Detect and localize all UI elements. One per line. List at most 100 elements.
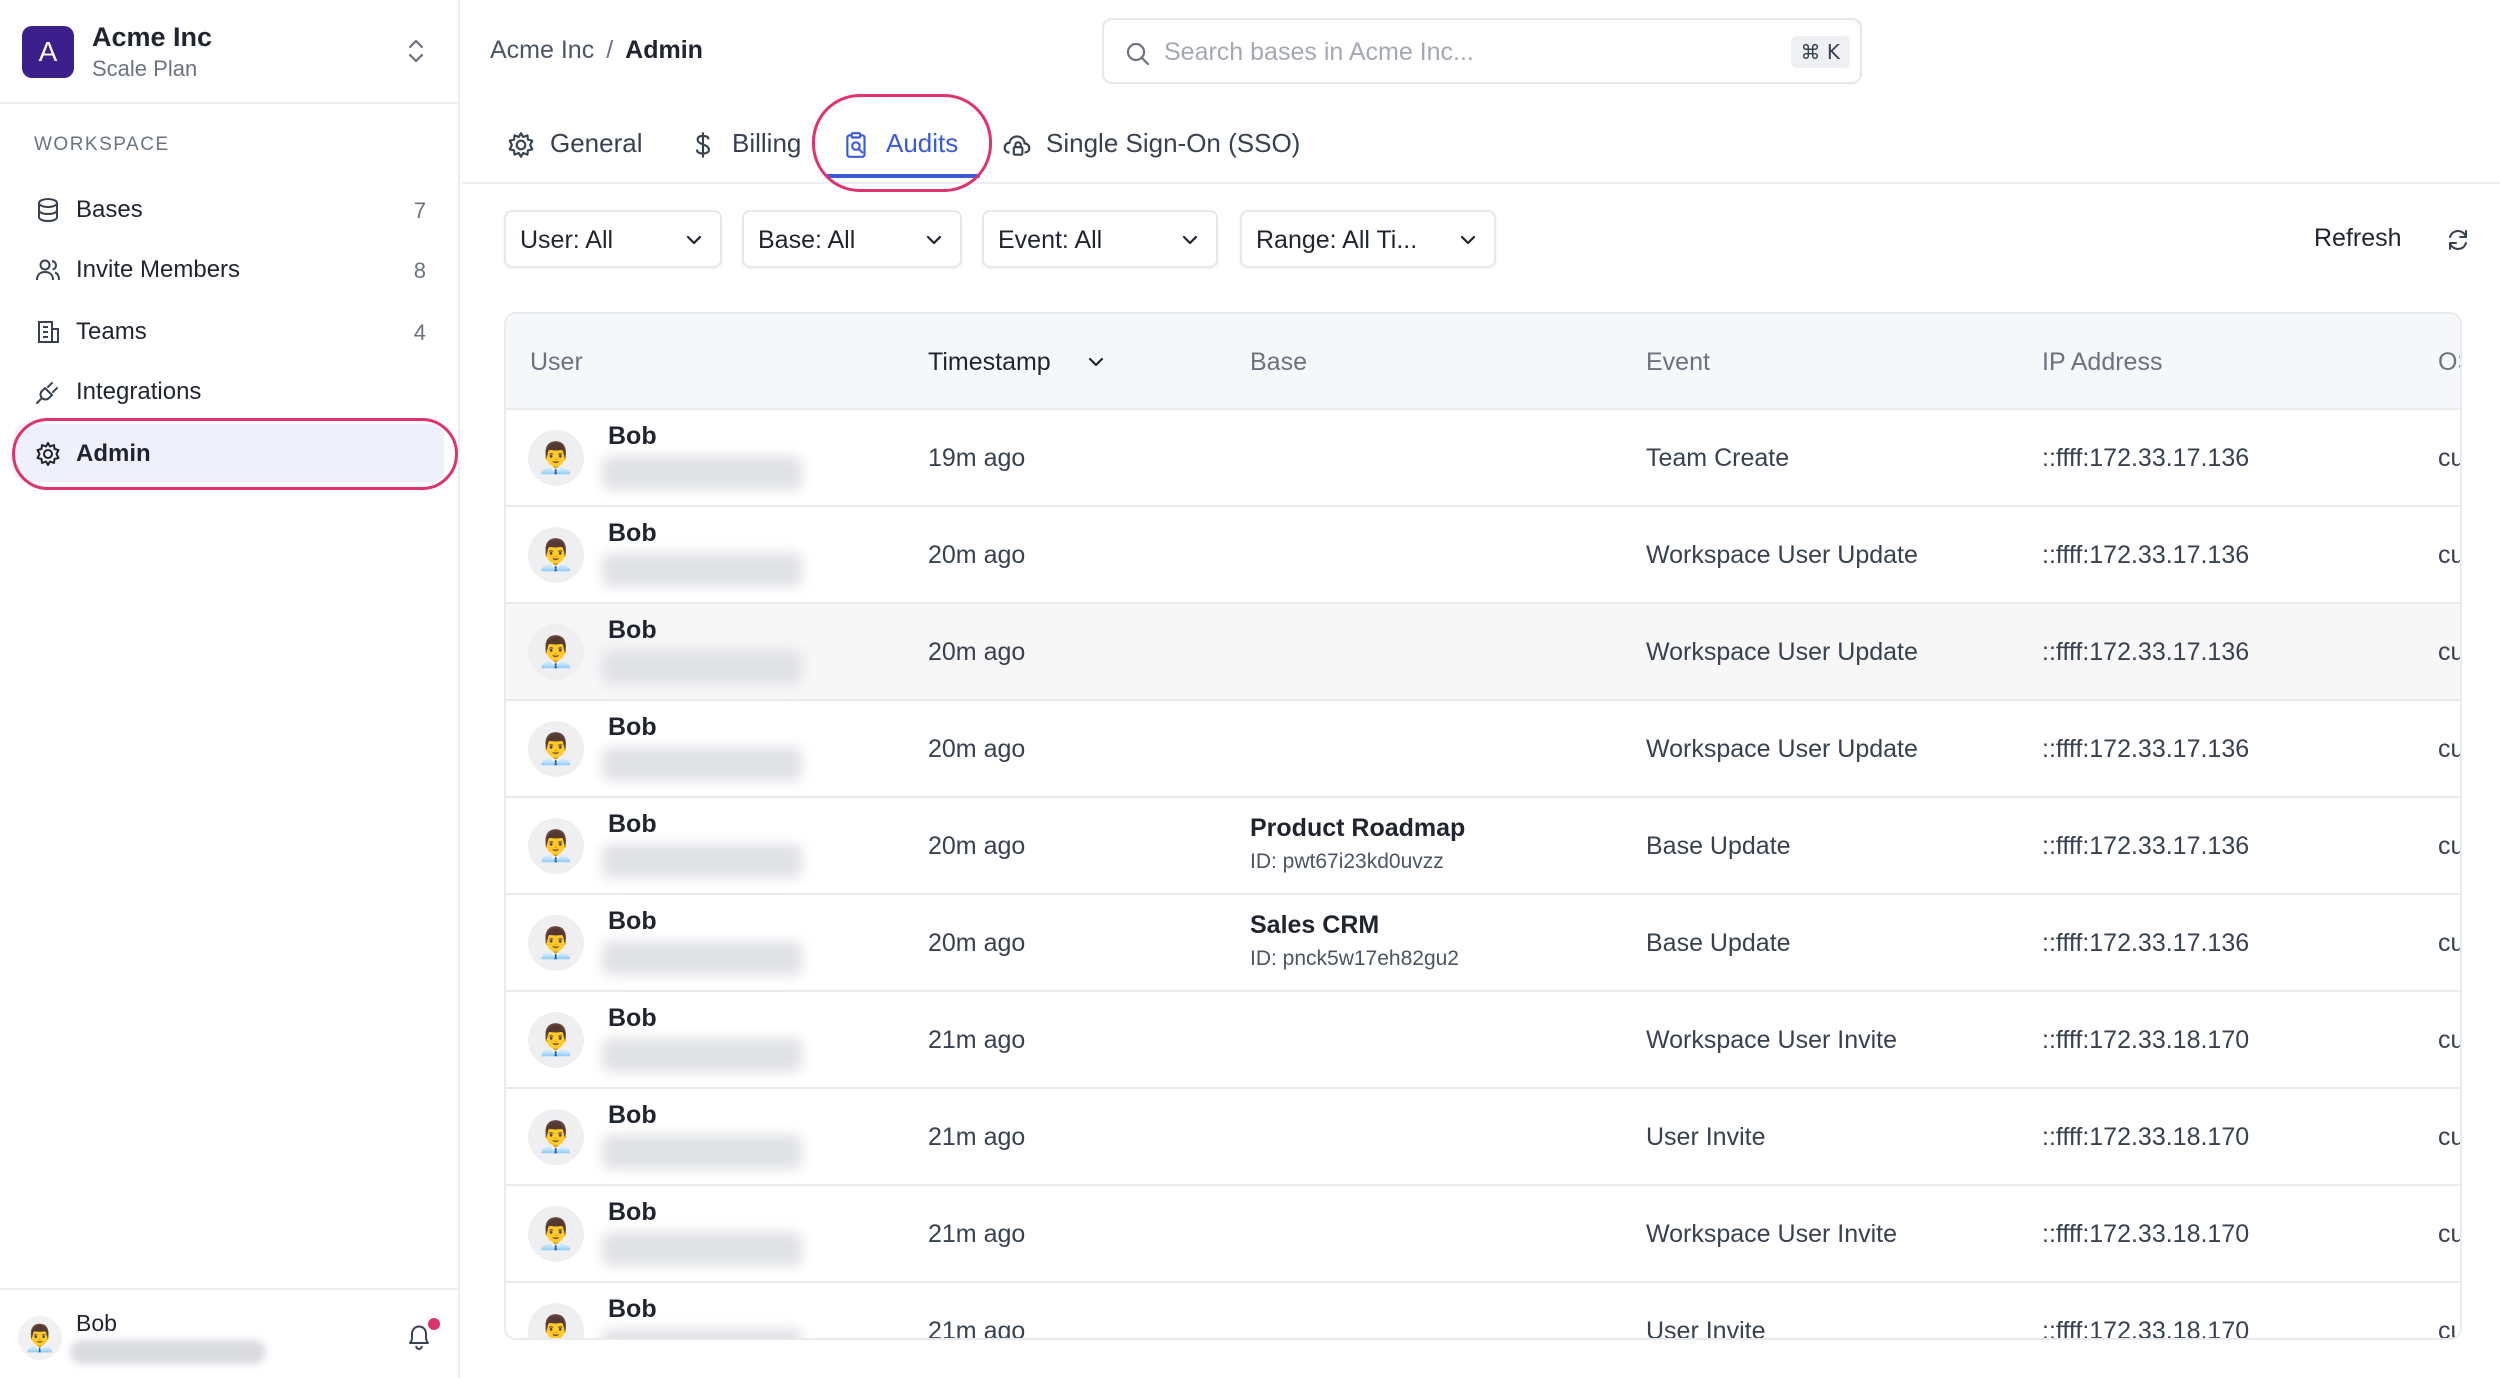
timestamp-cell: 20m ago (928, 735, 1026, 763)
timestamp-cell: 20m ago (928, 541, 1026, 569)
search-box[interactable]: ⌘ K (1102, 18, 1862, 84)
table-row[interactable]: 👨‍💼 Bob 21m ago User Invite::ffff:172.33.18… (506, 1283, 2460, 1340)
ip-address-cell: ::ffff:172.33.18.170 (2042, 1220, 2250, 1248)
cloud-lock-icon (1003, 135, 1031, 156)
admin-tabs: General Billing Audits Single Sign-On (S… (462, 94, 2500, 192)
gear-icon (508, 132, 534, 158)
user-name: Bob (608, 1198, 657, 1226)
sort-chevron-down-icon[interactable] (1086, 352, 1106, 372)
ip-address-cell: ::ffff:172.33.17.136 (2042, 929, 2250, 957)
topbar: Acme Inc / Admin ⌘ K (462, 0, 2500, 104)
breadcrumb-root[interactable]: Acme Inc (490, 36, 594, 64)
sidebar-item-admin[interactable]: Admin (14, 424, 444, 482)
user-avatar: 👨‍💼 (528, 818, 584, 874)
os-cell: cu (2438, 832, 2462, 860)
user-email-redacted (602, 1135, 802, 1169)
ip-address-cell: ::ffff:172.33.18.170 (2042, 1123, 2250, 1151)
timestamp-cell: 21m ago (928, 1026, 1026, 1054)
event-filter-dropdown[interactable]: Event: All (982, 210, 1218, 268)
os-cell: cu (2438, 735, 2462, 763)
sidebar: A Acme Inc Scale Plan WORKSPACE Bases 7 … (0, 0, 460, 1378)
user-avatar: 👨‍💼 (528, 915, 584, 971)
table-row[interactable]: 👨‍💼 Bob 21m ago Workspace User Invite::ffff… (506, 1186, 2462, 1283)
event-cell: Workspace User Invite (1646, 1220, 1898, 1248)
search-icon (1126, 42, 1150, 66)
base-filter-dropdown[interactable]: Base: All (742, 210, 962, 268)
range-filter-value: Range: All Ti... (1256, 226, 1418, 254)
table-row[interactable]: 👨‍💼 Bob 20m ago Workspace User Update::ffff… (506, 604, 2462, 701)
audit-log-table: User Timestamp Base Event IP Address OS … (504, 312, 2462, 1340)
tab-label: General (550, 128, 643, 158)
os-cell: cu (2438, 638, 2462, 666)
sidebar-item-label: Admin (76, 440, 151, 467)
column-header-os: OS (2438, 348, 2460, 376)
sidebar-item-teams[interactable]: Teams 4 (14, 302, 444, 360)
chevron-up-down-icon[interactable] (404, 36, 428, 66)
table-row[interactable]: 👨‍💼 Bob 21m ago User Invite::ffff:172.33.18… (506, 1089, 2460, 1186)
event-cell: Workspace User Update (1646, 638, 1918, 666)
ip-address-cell: ::ffff:172.33.18.170 (2042, 1317, 2250, 1340)
event-filter-value: Event: All (998, 226, 1103, 254)
refresh-label: Refresh (2314, 224, 2402, 252)
tab-general[interactable]: General (506, 122, 656, 168)
event-cell: User Invite (1646, 1317, 1766, 1340)
event-cell: Base Update (1646, 929, 1791, 957)
building-icon (38, 321, 59, 343)
tab-audits[interactable]: Audits (842, 122, 972, 168)
user-filter-value: User: All (520, 226, 614, 254)
os-cell: cu (2438, 1026, 2462, 1054)
ip-address-cell: ::ffff:172.33.17.136 (2042, 735, 2250, 763)
table-row[interactable]: 👨‍💼 Bob 20m ago Workspace User Update::ffff… (506, 701, 2462, 798)
user-email-redacted (602, 553, 802, 587)
refresh-button[interactable]: Refresh (2314, 222, 2474, 262)
os-cell: cu (2438, 444, 2462, 472)
user-menu[interactable]: 👨‍💼 Bob (0, 1288, 460, 1378)
sidebar-item-label: Bases (76, 196, 143, 223)
sidebar-item-invite-members[interactable]: Invite Members 8 (14, 240, 444, 298)
sidebar-item-integrations[interactable]: Integrations (14, 362, 444, 420)
sidebar-item-count: 8 (413, 258, 426, 283)
user-name: Bob (76, 1310, 117, 1336)
ip-address-cell: ::ffff:172.33.17.136 (2042, 832, 2250, 860)
tab-billing[interactable]: Billing (688, 122, 818, 168)
tab-label: Audits (886, 128, 959, 158)
timestamp-cell: 19m ago (928, 444, 1026, 472)
base-name[interactable]: Product Roadmap (1250, 814, 1465, 843)
table-row[interactable]: 👨‍💼 Bob 21m ago Workspace User Invite::ffff… (506, 992, 2462, 1089)
user-filter-dropdown[interactable]: User: All (504, 210, 722, 268)
user-email-redacted (602, 456, 802, 490)
search-input[interactable] (1164, 32, 1724, 72)
column-header-base: Base (1250, 348, 1307, 376)
notification-dot (428, 1318, 440, 1330)
user-email-redacted (602, 844, 802, 878)
chevron-down-icon (1182, 235, 1198, 245)
user-avatar: 👨‍💼 (528, 430, 584, 486)
range-filter-dropdown[interactable]: Range: All Ti... (1240, 210, 1496, 268)
table-row[interactable]: 👨‍💼 Bob 20m ago Workspace User Update::ffff… (506, 507, 2460, 604)
tab-sso[interactable]: Single Sign-On (SSO) (1002, 122, 1322, 168)
base-id: ID: pwt67i23kd0uvzz (1250, 850, 1444, 873)
breadcrumb: Acme Inc / Admin (490, 36, 703, 65)
base-name[interactable]: Sales CRM (1250, 911, 1379, 940)
timestamp-cell: 21m ago (928, 1123, 1026, 1151)
table-row[interactable]: 👨‍💼 Bob 20m ago Sales CRM ID: pnck5w17eh82gu… (506, 895, 2460, 992)
ip-address-cell: ::ffff:172.33.17.136 (2042, 638, 2250, 666)
column-header-timestamp[interactable]: Timestamp (928, 348, 1051, 377)
user-name: Bob (608, 616, 657, 644)
ip-address-cell: ::ffff:172.33.17.136 (2042, 541, 2250, 569)
user-email-redacted (602, 747, 802, 781)
event-cell: User Invite (1646, 1123, 1766, 1151)
user-avatar: 👨‍💼 (528, 1206, 584, 1262)
user-name: Bob (608, 713, 657, 741)
event-cell: Team Create (1646, 444, 1790, 472)
workspace-avatar: A (22, 26, 74, 78)
user-avatar: 👨‍💼 (528, 527, 584, 583)
plug-icon (36, 382, 58, 404)
sidebar-item-bases[interactable]: Bases 7 (14, 180, 444, 238)
workspace-switcher[interactable]: A Acme Inc Scale Plan (0, 0, 460, 104)
user-avatar: 👨‍💼 (18, 1316, 62, 1360)
table-row[interactable]: 👨‍💼 Bob 20m ago Product Roadmap ID: pwt67i23… (506, 798, 2462, 895)
table-row[interactable]: 👨‍💼 Bob 19m ago Team Create::ffff:172.33.17… (506, 410, 2462, 507)
dollar-icon (696, 132, 710, 158)
os-cell: cu (2438, 1220, 2462, 1248)
